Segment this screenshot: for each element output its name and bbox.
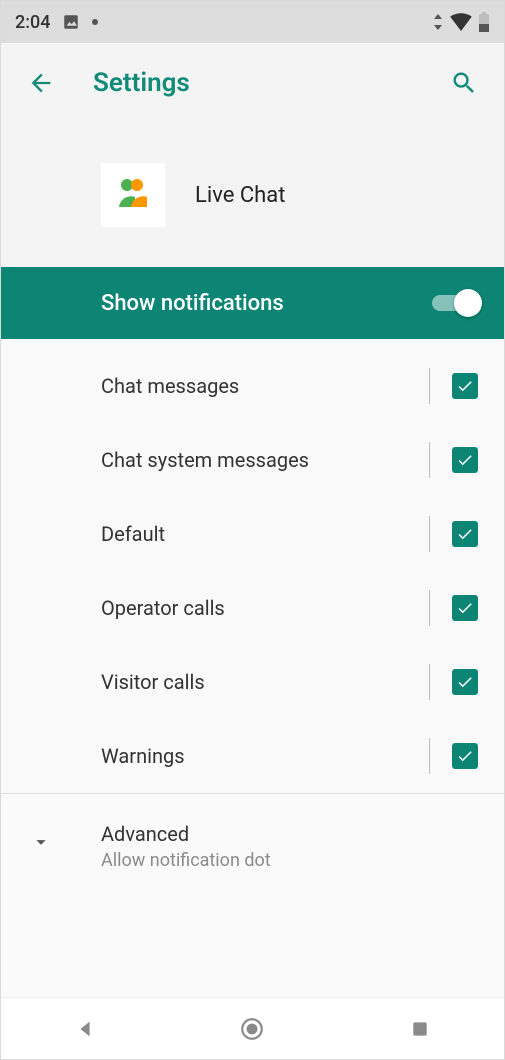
app-bar: Settings (1, 43, 504, 123)
livechat-logo-icon (109, 171, 157, 219)
show-notifications-switch[interactable] (432, 289, 478, 317)
category-checkbox[interactable] (452, 743, 478, 769)
category-row[interactable]: Visitor calls (1, 645, 504, 719)
advanced-row[interactable]: Advanced Allow notification dot (1, 794, 504, 997)
category-checkbox[interactable] (452, 447, 478, 473)
arrow-back-icon (27, 69, 55, 97)
category-label: Visitor calls (101, 670, 407, 694)
show-notifications-row[interactable]: Show notifications (1, 267, 504, 339)
check-icon (456, 747, 474, 765)
category-row[interactable]: Chat messages (1, 349, 504, 423)
status-bar: 2:04 (1, 1, 504, 43)
circle-home-icon (239, 1016, 265, 1042)
square-recent-icon (410, 1019, 430, 1039)
category-row[interactable]: Default (1, 497, 504, 571)
search-icon (450, 69, 478, 97)
category-row[interactable]: Warnings (1, 719, 504, 793)
wifi-icon (450, 13, 472, 31)
triangle-back-icon (74, 1018, 96, 1040)
category-label: Chat messages (101, 374, 407, 398)
system-nav-bar (1, 997, 504, 1059)
check-icon (456, 377, 474, 395)
battery-icon (478, 12, 490, 32)
page-title: Settings (93, 68, 444, 98)
back-button[interactable] (21, 63, 61, 103)
category-checkbox[interactable] (452, 521, 478, 547)
nav-home-button[interactable] (222, 1009, 282, 1049)
category-checkbox[interactable] (452, 669, 478, 695)
app-icon (101, 163, 165, 227)
divider (429, 738, 430, 774)
app-info-row: Live Chat (1, 123, 504, 267)
divider (429, 368, 430, 404)
divider (429, 516, 430, 552)
image-icon (62, 13, 80, 31)
check-icon (456, 599, 474, 617)
dot-icon (92, 19, 98, 25)
status-time: 2:04 (15, 12, 50, 33)
category-checkbox[interactable] (452, 373, 478, 399)
category-row[interactable]: Operator calls (1, 571, 504, 645)
category-label: Operator calls (101, 596, 407, 620)
nav-back-button[interactable] (55, 1009, 115, 1049)
nav-recent-button[interactable] (390, 1009, 450, 1049)
show-notifications-label: Show notifications (101, 291, 432, 316)
advanced-title: Advanced (101, 822, 271, 846)
category-label: Chat system messages (101, 448, 407, 472)
advanced-subtitle: Allow notification dot (101, 850, 271, 871)
app-name: Live Chat (195, 183, 285, 208)
expand-button[interactable] (21, 822, 61, 862)
divider (429, 590, 430, 626)
divider (429, 664, 430, 700)
check-icon (456, 673, 474, 691)
chevron-down-icon (30, 831, 52, 853)
category-checkbox[interactable] (452, 595, 478, 621)
category-row[interactable]: Chat system messages (1, 423, 504, 497)
category-label: Warnings (101, 744, 407, 768)
search-button[interactable] (444, 63, 484, 103)
categories-list: Chat messages Chat system messages Defau… (1, 339, 504, 794)
data-icon (432, 13, 444, 31)
check-icon (456, 525, 474, 543)
check-icon (456, 451, 474, 469)
divider (429, 442, 430, 478)
category-label: Default (101, 522, 407, 546)
